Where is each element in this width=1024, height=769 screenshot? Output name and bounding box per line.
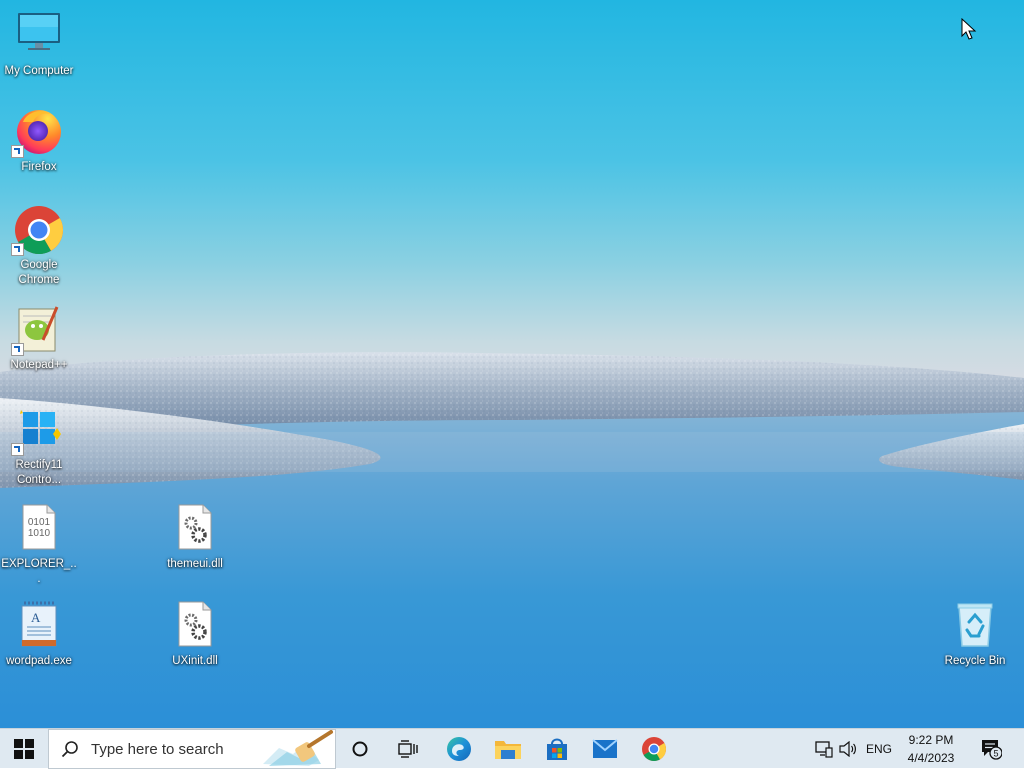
chrome-icon bbox=[642, 737, 666, 762]
desktop-icon-firefox[interactable]: Firefox bbox=[1, 106, 77, 175]
mail-envelope-icon bbox=[592, 739, 618, 758]
shortcut-arrow-icon bbox=[11, 343, 24, 356]
monitor-icon bbox=[13, 10, 65, 62]
desktop-icon-my-computer[interactable]: My Computer bbox=[1, 10, 77, 79]
rectify11-icon bbox=[11, 404, 65, 456]
network-monitor-icon bbox=[815, 741, 833, 758]
desktop-icon-label: wordpad.exe bbox=[6, 655, 72, 667]
firefox-icon bbox=[11, 106, 65, 158]
desktop-icon-label: Notepad++ bbox=[10, 359, 68, 371]
store-bag-icon bbox=[547, 738, 567, 760]
search-highlight-paintbrush-icon bbox=[263, 730, 333, 766]
desktop-icon-recycle-bin[interactable]: Recycle Bin bbox=[937, 600, 1013, 669]
cortana-circle-icon bbox=[352, 741, 368, 757]
desktop-wallpaper bbox=[0, 0, 1024, 728]
taskbar-mail-button[interactable] bbox=[584, 729, 626, 769]
svg-text:A: A bbox=[31, 610, 41, 625]
desktop-icon-label: UXinit.dll bbox=[172, 655, 218, 667]
edge-icon bbox=[447, 737, 471, 761]
desktop-icon-explorer-file[interactable]: 0101 1010 EXPLORER_... bbox=[1, 503, 77, 587]
mouse-cursor-icon bbox=[961, 18, 977, 40]
recycle-bin-icon bbox=[949, 600, 1001, 652]
taskbar-chrome-button[interactable] bbox=[632, 729, 676, 769]
cortana-button[interactable] bbox=[340, 729, 380, 769]
desktop-icon-themeui-dll[interactable]: themeui.dll bbox=[157, 503, 233, 572]
notification-count-badge: 5 bbox=[993, 749, 998, 759]
taskbar-edge-button[interactable] bbox=[438, 729, 480, 769]
notification-bubble-icon: 5 bbox=[982, 740, 1002, 760]
notepad-plus-plus-icon bbox=[11, 304, 65, 356]
binary-file-icon: 0101 1010 bbox=[13, 503, 65, 555]
shortcut-arrow-icon bbox=[11, 145, 24, 158]
task-view-icon bbox=[398, 740, 418, 758]
desktop-icon-wordpad[interactable]: A wordpad.exe bbox=[1, 600, 77, 669]
task-view-button[interactable] bbox=[388, 729, 428, 769]
desktop-icon-label: Firefox bbox=[21, 161, 57, 173]
dll-gear-file-icon bbox=[169, 600, 221, 652]
desktop-icon-google-chrome[interactable]: Google Chrome bbox=[1, 204, 77, 288]
desktop-icon-label: EXPLORER_... bbox=[1, 558, 77, 585]
notification-center-button[interactable]: 5 bbox=[974, 729, 1008, 769]
network-status-button[interactable] bbox=[812, 729, 836, 769]
shortcut-arrow-icon bbox=[11, 243, 24, 256]
folder-icon bbox=[495, 741, 521, 759]
shortcut-arrow-icon bbox=[11, 443, 24, 456]
desktop-icon-label: My Computer bbox=[4, 65, 74, 77]
start-button[interactable] bbox=[0, 729, 48, 769]
binary-text-line: 0101 bbox=[28, 517, 51, 528]
desktop-icon-label: Rectify11 Contro... bbox=[15, 459, 63, 486]
taskbar-file-explorer-button[interactable] bbox=[486, 729, 530, 769]
clock-button[interactable]: 9:22 PM 4/4/2023 bbox=[896, 729, 966, 769]
desktop-icon-label: Google Chrome bbox=[18, 259, 60, 286]
clock-time: 9:22 PM bbox=[908, 733, 954, 747]
volume-button[interactable] bbox=[836, 729, 860, 769]
windows-logo-icon bbox=[14, 739, 34, 759]
search-placeholder: Type here to search bbox=[91, 740, 224, 758]
desktop-icon-notepad-plus-plus[interactable]: Notepad++ bbox=[1, 304, 77, 373]
taskbar: Type here to search ENG 9:22 PM 4/4/2023… bbox=[0, 728, 1024, 769]
desktop-icon-label: themeui.dll bbox=[167, 558, 223, 570]
speaker-icon bbox=[839, 741, 856, 757]
binary-text-line: 1010 bbox=[28, 528, 51, 539]
chrome-icon bbox=[11, 204, 65, 256]
desktop-icon-uxinit-dll[interactable]: UXinit.dll bbox=[157, 600, 233, 669]
desktop-icon-label: Recycle Bin bbox=[944, 655, 1006, 667]
dll-gear-file-icon bbox=[169, 503, 221, 555]
taskbar-microsoft-store-button[interactable] bbox=[536, 729, 578, 769]
clock-date: 4/4/2023 bbox=[907, 751, 955, 765]
wordpad-icon: A bbox=[13, 600, 65, 652]
taskbar-search-box[interactable]: Type here to search bbox=[48, 729, 336, 769]
input-language-indicator[interactable]: ENG bbox=[866, 742, 892, 756]
search-icon bbox=[61, 741, 78, 758]
desktop-icon-rectify11-control[interactable]: Rectify11 Contro... bbox=[1, 404, 77, 488]
